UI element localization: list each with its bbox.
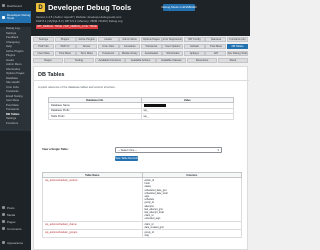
comment-icon [2,227,5,230]
section-description: A quick reference of the database tables… [38,85,116,89]
page-title: Developer Debug Tools [48,3,132,12]
tab-globals[interactable]: Globals [183,44,205,49]
table-columns: group_id slug [141,229,242,239]
header-meta-line: PHP 8.1 | MySQL 8.0 | WP 6.5.2 | Memory:… [36,19,123,23]
tab-bar: Settings Plugins Active Plugins Hooks Admin … [33,36,248,65]
sidebar-item-media[interactable]: Media [0,212,31,217]
tab-shortcodes[interactable]: Shortcodes [162,51,184,56]
table-name-link[interactable]: wp_actionscheduler_groups [42,229,143,239]
tab-available-actions[interactable]: Available Actions [125,58,156,63]
sidebar-item-comments[interactable]: Comments [0,226,31,231]
section-title: DB Tables [38,72,65,78]
sidebar-item-dashboard[interactable]: Dashboard [0,3,31,8]
tab-options-pages[interactable]: Options Pages [140,37,162,42]
tab-error-suppressing[interactable]: Error Suppressing [162,37,184,42]
table-select[interactable]: -- Select One -- ▾ [115,147,222,153]
sidebar-item-appearance[interactable]: Appearance [0,240,31,245]
tab-available-classes[interactable]: Available Classes [156,58,187,63]
tab-plugins[interactable]: Plugins [54,37,76,42]
tab-php-ini[interactable]: PHP Ini [54,44,76,49]
table-columns: claim_id date_created_gmt [141,220,242,231]
table-name-link[interactable]: wp_actionscheduler_claims [42,220,143,231]
tab-resources[interactable]: Resources [187,58,218,63]
tab-hooks[interactable]: Hooks [97,37,119,42]
divider [34,80,249,81]
sidebar-sub-item[interactable]: Functions [0,121,31,126]
info-value: wp_ [140,113,234,120]
table-row: Table Prefix wp_ [48,113,234,120]
info-label: Table Prefix [48,113,142,120]
pin-icon [2,206,5,209]
tab-user-options[interactable]: User Options [162,44,184,49]
plugin-logo: D [36,3,45,12]
table-name-link[interactable]: wp_actionscheduler_actions [42,177,143,222]
table-columns: action_id hook status scheduled_date_gmt sch… [141,177,242,222]
tab-server[interactable]: Server [76,44,98,49]
sidebar-item-developer-debug-tools[interactable]: Developer Debug Tools [0,11,31,23]
brush-icon [2,241,5,244]
tab-media-library[interactable]: Media Library [119,51,141,56]
debug-status-badge: WP_DEBUG: TRUE | WP_DEBUG_LOG: TRUE [36,24,98,29]
tab-about[interactable]: About [217,58,248,63]
tab-post-meta[interactable]: Post Meta [205,44,227,49]
tab-autoloaded[interactable]: Autoloaded [140,51,162,56]
sidebar-item-label: Developer Debug Tools [7,13,31,20]
tab-regex[interactable]: Regex [33,58,64,63]
select-table-label: View a Single Table: [42,147,69,151]
page-icon [2,220,5,223]
sidebar-item-label: Dashboard [7,3,22,8]
tab-testing[interactable]: Testing [63,58,94,63]
table-row: wp_actionscheduler_claims claim_id date_cr… [42,220,242,231]
table-row: wp_actionscheduler_groups group_id slug [42,229,242,239]
sidebar-item-pages[interactable]: Pages [0,219,31,224]
chevron-down-icon: ▾ [217,148,219,152]
tab-transients[interactable]: Transients [97,51,119,56]
database-info-table: Database Info Value Database Name Databa… [48,97,234,120]
tab-constants[interactable]: Constants [119,44,141,49]
sidebar-item-posts[interactable]: Posts [0,205,31,210]
tab-db-tables[interactable]: DB Tables [227,44,248,49]
select-value: -- Select One -- [118,148,138,152]
tab-php-info[interactable]: PHP Info [33,44,54,49]
tab-admin-menu[interactable]: Admin Menu [119,37,141,42]
tab-user-meta[interactable]: User Meta [33,51,54,56]
tab-dev-debug-tools[interactable]: Dev Debug Tools [227,51,248,56]
media-icon [2,213,5,216]
tab-htaccess[interactable]: htaccess [205,37,227,42]
tab-wp-config[interactable]: WP Config [183,37,205,42]
tab-transients[interactable]: Transients [140,44,162,49]
tab-cron-jobs[interactable]: Cron Jobs [97,44,119,49]
debug-mode-button[interactable]: Debug Mode is ENABLED [161,3,197,11]
tab-settings[interactable]: Settings [33,37,54,42]
main-content: DB Tables A quick reference of the datab… [33,66,249,250]
tab-post-meta[interactable]: Post Meta [54,51,76,56]
tab-apikeys[interactable]: Apikeys [183,51,205,56]
column-name: slug [144,234,149,238]
tab-term-meta[interactable]: Term Meta [76,51,98,56]
dashboard-icon [2,4,5,7]
db-tables-list: Table Name Columns wp_actionscheduler_ac… [42,172,242,239]
plugin-header: D Developer Debug Tools Debug Mode is EN… [31,0,250,36]
tab-api[interactable]: API [205,51,227,56]
view-table-records-button[interactable]: View Table Records [115,156,138,161]
tab-available-functions[interactable]: Available Functions [94,58,125,63]
table-row: wp_actionscheduler_actions action_id hook s… [42,177,242,222]
tools-icon [2,15,5,19]
tab-active-plugins[interactable]: Active Plugins [76,37,98,42]
admin-sidebar: Dashboard Developer Debug Tools Debug Lo… [0,0,31,250]
tab-functions-php[interactable]: Functions.php [227,37,248,42]
